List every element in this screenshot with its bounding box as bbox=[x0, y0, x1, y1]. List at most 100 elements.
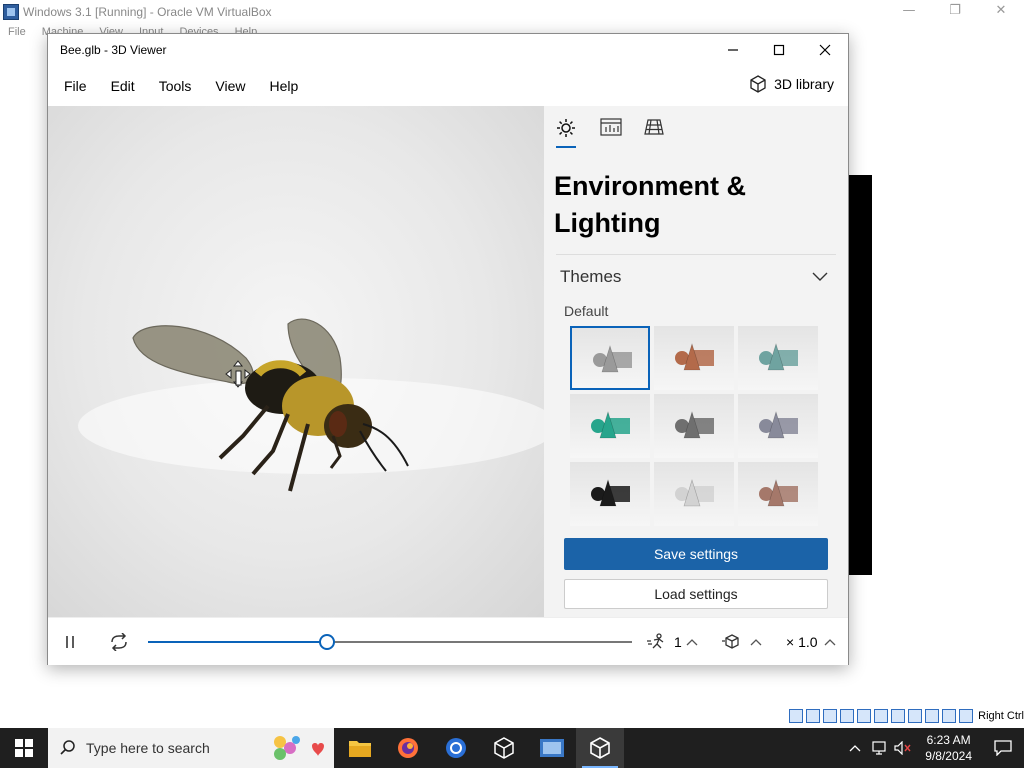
themes-expander[interactable]: Themes bbox=[544, 255, 848, 287]
3d-viewer-icon bbox=[590, 737, 610, 759]
menu-help[interactable]: Help bbox=[257, 78, 310, 94]
tab-grid[interactable] bbox=[640, 118, 684, 152]
theme-grid bbox=[570, 326, 818, 526]
clock-date: 9/8/2024 bbox=[925, 749, 972, 763]
viewer-close-button[interactable] bbox=[802, 34, 848, 66]
virtualbox-icon bbox=[3, 4, 19, 20]
taskbar-firefox[interactable] bbox=[384, 728, 432, 768]
system-tray: 6:23 AM 9/8/2024 bbox=[843, 728, 1024, 768]
model-view-selector[interactable] bbox=[722, 618, 762, 666]
taskbar-3d-builder[interactable] bbox=[480, 728, 528, 768]
chrome-icon bbox=[446, 738, 466, 758]
windows-logo-icon bbox=[15, 739, 33, 757]
taskbar-virtualbox[interactable] bbox=[528, 728, 576, 768]
virtualbox-title: Windows 3.1 [Running] - Oracle VM Virtua… bbox=[23, 5, 272, 19]
close-icon[interactable]: ✕ bbox=[978, 0, 1024, 24]
taskbar-file-explorer[interactable] bbox=[336, 728, 384, 768]
cube-icon bbox=[750, 75, 766, 93]
taskbar-chrome[interactable] bbox=[432, 728, 480, 768]
theme-tile[interactable] bbox=[570, 394, 650, 458]
tray-overflow-button[interactable] bbox=[843, 744, 867, 752]
chevron-up-icon bbox=[750, 639, 762, 646]
tab-environment-lighting[interactable] bbox=[552, 118, 596, 152]
viewer-window-controls bbox=[710, 34, 848, 66]
network-icon bbox=[872, 741, 886, 755]
keyboard-icon[interactable] bbox=[942, 709, 957, 723]
animation-count: 1 bbox=[674, 634, 682, 650]
clock-time: 6:23 AM bbox=[926, 733, 971, 747]
pause-icon bbox=[66, 636, 74, 648]
search-icon bbox=[60, 740, 75, 755]
timeline-slider[interactable] bbox=[148, 641, 632, 643]
theme-preview-icon bbox=[675, 410, 714, 439]
usb-icon[interactable] bbox=[857, 709, 872, 723]
notification-center-button[interactable] bbox=[982, 740, 1024, 756]
animation-selector[interactable]: 1 bbox=[646, 618, 698, 666]
clock[interactable]: 6:23 AM 9/8/2024 bbox=[915, 732, 982, 764]
load-settings-button[interactable]: Load settings bbox=[564, 579, 828, 609]
firefox-icon bbox=[398, 738, 418, 758]
theme-tile[interactable] bbox=[738, 326, 818, 390]
speed-value: × 1.0 bbox=[786, 634, 818, 650]
3d-library-label: 3D library bbox=[774, 76, 834, 92]
theme-tile[interactable] bbox=[570, 326, 650, 390]
theme-tile[interactable] bbox=[738, 462, 818, 526]
tab-stats[interactable] bbox=[596, 118, 640, 152]
virtualbox-titlebar: Windows 3.1 [Running] - Oracle VM Virtua… bbox=[0, 0, 1024, 24]
chevron-down-icon bbox=[812, 272, 828, 281]
audio-icon[interactable] bbox=[789, 709, 804, 723]
environment-panel: Environment & Lighting Themes Default Sa… bbox=[544, 106, 848, 617]
folder-icon bbox=[349, 741, 371, 757]
theme-tile[interactable] bbox=[738, 394, 818, 458]
optical-drive-icon[interactable] bbox=[806, 709, 821, 723]
taskbar-search[interactable]: Type here to search bbox=[48, 728, 334, 768]
status-icons: Right Ctrl bbox=[789, 709, 1024, 723]
3d-builder-icon bbox=[494, 737, 514, 759]
menu-file[interactable]: File bbox=[52, 78, 99, 94]
panel-tabs bbox=[544, 106, 848, 152]
flowers-icon bbox=[274, 736, 324, 760]
virtualbox-statusbar: Right Ctrl bbox=[0, 708, 1024, 728]
menu-view[interactable]: View bbox=[203, 78, 257, 94]
viewer-minimize-button[interactable] bbox=[710, 34, 756, 66]
display-icon[interactable] bbox=[891, 709, 906, 723]
menu-tools[interactable]: Tools bbox=[147, 78, 204, 94]
chevron-up-icon bbox=[824, 639, 835, 646]
3d-library-button[interactable]: 3D library bbox=[748, 74, 834, 94]
pause-button[interactable] bbox=[64, 618, 76, 666]
themes-label: Themes bbox=[560, 267, 622, 286]
mouse-integration-icon[interactable] bbox=[925, 709, 940, 723]
host-key-label: Right Ctrl bbox=[978, 710, 1024, 722]
theme-tile[interactable] bbox=[654, 394, 734, 458]
volume-muted-icon bbox=[894, 741, 911, 755]
loop-button[interactable] bbox=[108, 618, 130, 666]
host-key-icon[interactable] bbox=[959, 709, 974, 723]
chevron-up-icon bbox=[849, 745, 861, 752]
taskbar: Type here to search 6:23 AM 9/8/2024 bbox=[0, 728, 1024, 768]
restore-icon[interactable]: ❐ bbox=[932, 0, 978, 24]
tray-volume[interactable] bbox=[891, 741, 915, 755]
loop-icon bbox=[111, 633, 127, 651]
tray-network[interactable] bbox=[867, 741, 891, 755]
speed-selector[interactable]: × 1.0 bbox=[786, 618, 836, 666]
timeline-thumb[interactable] bbox=[319, 634, 336, 650]
recording-icon[interactable] bbox=[908, 709, 923, 723]
start-button[interactable] bbox=[0, 728, 48, 768]
save-settings-button[interactable]: Save settings bbox=[564, 538, 828, 570]
minimize-icon[interactable]: — bbox=[886, 0, 932, 24]
theme-preview-icon bbox=[759, 342, 798, 371]
viewer-maximize-button[interactable] bbox=[756, 34, 802, 66]
menu-edit[interactable]: Edit bbox=[99, 78, 147, 94]
timeline-progress bbox=[148, 641, 328, 643]
taskbar-3d-viewer[interactable] bbox=[576, 728, 624, 768]
virtualbox-app-icon bbox=[540, 739, 564, 757]
theme-tile[interactable] bbox=[654, 462, 734, 526]
minimize-icon bbox=[728, 49, 738, 51]
theme-tile[interactable] bbox=[654, 326, 734, 390]
floppy-icon[interactable] bbox=[823, 709, 838, 723]
network-icon[interactable] bbox=[840, 709, 855, 723]
vb-menu-file[interactable]: File bbox=[0, 24, 34, 42]
theme-tile[interactable] bbox=[570, 462, 650, 526]
shared-folder-icon[interactable] bbox=[874, 709, 889, 723]
3d-canvas[interactable] bbox=[48, 106, 544, 617]
